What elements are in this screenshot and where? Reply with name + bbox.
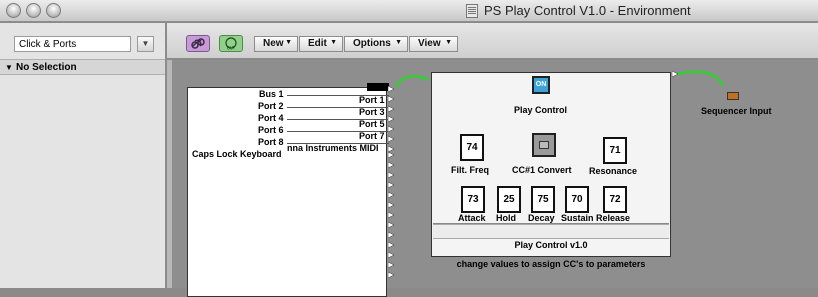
port-line (287, 107, 389, 108)
sustain-field[interactable]: 70 (565, 186, 589, 213)
new-menu-label: New (263, 38, 284, 49)
chevron-down-icon: ▼ (285, 39, 292, 46)
cc-convert-button[interactable] (532, 133, 556, 157)
inspector-title: No Selection (16, 62, 77, 73)
sequencer-input-icon[interactable] (727, 92, 739, 100)
release-field[interactable]: 72 (603, 186, 627, 213)
port-label: Port 3 (359, 107, 385, 117)
filt-freq-field[interactable]: 74 (460, 134, 484, 161)
port-label: Bus 1 (259, 89, 284, 99)
port-label: Port 4 (258, 113, 284, 123)
port-line (287, 131, 389, 132)
port-line (287, 95, 389, 96)
window-titlebar: PS Play Control V1.0 - Environment (0, 0, 818, 22)
window-title: PS Play Control V1.0 - Environment (484, 3, 691, 18)
macro-outlet[interactable] (672, 70, 680, 80)
resonance-field[interactable]: 71 (603, 137, 627, 164)
sum-label: Sum (368, 82, 388, 92)
link-icon[interactable] (186, 35, 210, 52)
sum-to-macro-cable (394, 74, 430, 88)
port-label: Port 7 (359, 131, 385, 141)
document-icon (466, 4, 478, 18)
minimize-window-button[interactable] (26, 3, 41, 18)
port-label: Caps Lock Keyboard (192, 149, 282, 159)
zoom-window-button[interactable] (46, 3, 61, 18)
close-window-button[interactable] (6, 3, 21, 18)
environment-canvas[interactable]: Sum Bus 1 Port 2 Port 4 Port 6 Port 8 Ca… (167, 60, 818, 297)
macro-title: Play Control v1.0 (514, 240, 588, 250)
resonance-label: Resonance (589, 166, 638, 176)
port-label: Port 8 (258, 137, 284, 147)
macro-to-sequencer-cable (676, 70, 725, 87)
port-label: nna Instruments MIDI (287, 143, 379, 153)
disclosure-triangle-icon[interactable]: ▼ (5, 63, 13, 72)
cc-convert-label: CC#1 Convert (512, 165, 572, 175)
options-menu[interactable]: Options ▼ (344, 36, 408, 52)
port-label: Port 6 (258, 125, 284, 135)
layer-dropdown-arrow-icon[interactable]: ▼ (137, 36, 154, 52)
new-menu[interactable]: New ▼ (254, 36, 298, 52)
port-label: Port 1 (359, 95, 385, 105)
port-label: Port 5 (359, 119, 385, 129)
filt-freq-label: Filt. Freq (451, 165, 489, 175)
hold-label: Hold (496, 213, 516, 223)
play-control-label: Play Control (514, 105, 568, 115)
view-menu[interactable]: View ▼ (409, 36, 458, 52)
edit-menu-label: Edit (308, 38, 327, 49)
decay-label: Decay (528, 213, 555, 223)
midi-out-icon[interactable]: OUT (219, 35, 243, 52)
inspector-header[interactable]: ▼ No Selection (0, 59, 165, 75)
decay-field[interactable]: 75 (531, 186, 555, 213)
chevron-down-icon: ▼ (445, 39, 452, 46)
port-line (287, 119, 389, 120)
sequencer-input-label: Sequencer Input (701, 106, 772, 116)
macro-inner-strip (433, 224, 669, 239)
inspector-panel: Click & Ports ▼ ▼ No Selection (0, 23, 166, 288)
chevron-down-icon: ▼ (395, 39, 402, 46)
chevron-down-icon: ▼ (330, 39, 337, 46)
on-button[interactable]: ON (532, 76, 550, 94)
edit-menu[interactable]: Edit ▼ (299, 36, 343, 52)
play-control-macro[interactable]: ON Play Control 74 Filt. Freq CC#1 Conve… (431, 72, 671, 257)
svg-text:OUT: OUT (227, 46, 236, 51)
port-label: Port 2 (258, 101, 284, 111)
release-label: Release (596, 213, 631, 223)
options-menu-label: Options (353, 38, 391, 49)
macro-hint: change values to assign CC's to paramete… (456, 259, 646, 269)
environment-toolbar: OUT New ▼ Edit ▼ Options ▼ View ▼ (167, 23, 818, 59)
port-outlets-lower (388, 152, 395, 279)
port-line (287, 143, 389, 144)
view-menu-label: View (418, 38, 441, 49)
attack-field[interactable]: 73 (461, 186, 485, 213)
hold-field[interactable]: 25 (497, 186, 521, 213)
sustain-label: Sustain (561, 213, 594, 223)
layer-select[interactable]: Click & Ports (14, 36, 131, 52)
attack-label: Attack (458, 213, 486, 223)
